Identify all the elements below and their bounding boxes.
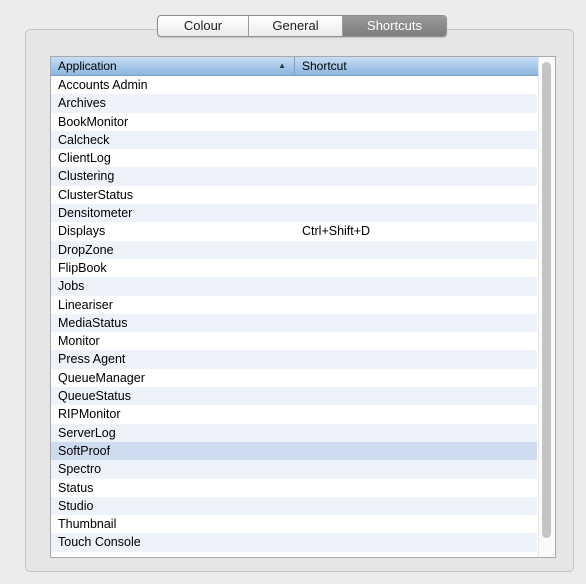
shortcuts-table: Application ▲ Shortcut Accounts Admin Arc… [50, 56, 556, 558]
cell-shortcut[interactable] [295, 387, 537, 405]
cell-application: QueueStatus [58, 389, 131, 404]
table-row[interactable]: Calcheck [51, 130, 537, 150]
cell-application: Monitor [58, 334, 100, 349]
table-row[interactable]: Monitor [51, 332, 537, 350]
table-row[interactable]: Jobs [51, 277, 537, 296]
table-row[interactable]: Studio [51, 496, 537, 516]
table-row[interactable]: RIPMonitor [51, 405, 537, 423]
cell-application: Spectro [58, 462, 102, 477]
cell-application: Lineariser [58, 297, 113, 312]
cell-shortcut[interactable] [295, 314, 537, 332]
table-row[interactable]: QueueManager [51, 369, 537, 387]
table-header: Application ▲ Shortcut [51, 57, 555, 76]
cell-application: RIPMonitor [58, 407, 121, 422]
cell-application: BookMonitor [58, 114, 129, 129]
table-row[interactable]: Press Agent [51, 350, 537, 369]
table-row[interactable]: ServerLog [51, 423, 537, 442]
cell-shortcut[interactable] [295, 479, 537, 497]
cell-shortcut[interactable] [295, 442, 537, 460]
cell-shortcut[interactable] [295, 259, 537, 277]
tab-bar: Colour General Shortcuts [157, 15, 447, 37]
cell-shortcut[interactable] [295, 186, 537, 204]
cell-application: Jobs [58, 279, 85, 294]
cell-shortcut[interactable] [295, 350, 537, 368]
cell-shortcut[interactable] [295, 369, 537, 387]
cell-shortcut[interactable] [295, 515, 537, 533]
cell-application: Clustering [58, 169, 115, 184]
cell-application: QueueManager [58, 370, 145, 385]
cell-application: ClusterStatus [58, 187, 134, 202]
column-header-shortcut-label: Shortcut [302, 59, 347, 73]
table-row[interactable]: QueueStatus [51, 387, 537, 406]
table-row[interactable]: Status [51, 479, 537, 497]
table-row[interactable]: Thumbnail [51, 515, 537, 533]
table-row[interactable]: SoftProof [51, 441, 537, 461]
cell-application: Archives [58, 96, 106, 111]
table-row[interactable]: Densitometer [51, 204, 537, 223]
table-row[interactable]: Spectro [51, 460, 537, 479]
cell-shortcut[interactable] [295, 241, 537, 259]
table-row[interactable]: Archives [51, 94, 537, 113]
cell-application: ClientLog [58, 151, 111, 166]
cell-shortcut[interactable] [295, 497, 537, 515]
cell-shortcut[interactable] [295, 460, 537, 478]
table-row[interactable]: DropZone [51, 240, 537, 259]
table-row[interactable]: Clustering [51, 167, 537, 186]
cell-application: Studio [58, 498, 94, 513]
cell-application: Densitometer [58, 206, 133, 221]
cell-shortcut[interactable] [295, 94, 537, 112]
table-row[interactable]: BookMonitor [51, 113, 537, 131]
cell-shortcut[interactable] [295, 424, 537, 442]
cell-application: SoftProof [58, 443, 111, 458]
cell-shortcut[interactable] [295, 167, 537, 185]
table-row[interactable]: Lineariser [51, 296, 537, 314]
cell-shortcut[interactable] [295, 296, 537, 314]
cell-application: Press Agent [58, 352, 126, 367]
table-body: Accounts Admin Archives BookMonitor Calchec… [51, 76, 537, 552]
cell-application: Displays [58, 224, 106, 239]
table-row[interactable]: FlipBook [51, 259, 537, 277]
table-row[interactable]: Displays Ctrl+Shift+D [51, 222, 537, 240]
table-row[interactable]: Accounts Admin [51, 76, 537, 94]
tab-colour[interactable]: Colour [158, 16, 248, 36]
cell-shortcut[interactable] [295, 76, 537, 94]
vertical-scrollbar[interactable] [538, 57, 555, 557]
table-row[interactable]: Touch Console [51, 533, 537, 552]
column-header-application[interactable]: Application ▲ [51, 57, 295, 75]
scrollbar-thumb[interactable] [542, 62, 551, 538]
table-row[interactable]: ClusterStatus [51, 186, 537, 204]
column-header-shortcut[interactable]: Shortcut [295, 57, 555, 75]
cell-shortcut[interactable] [295, 332, 537, 350]
cell-shortcut[interactable] [295, 533, 537, 551]
cell-application: ServerLog [58, 425, 116, 440]
table-row[interactable]: ClientLog [51, 149, 537, 167]
tab-shortcuts[interactable]: Shortcuts [342, 16, 446, 36]
cell-application: DropZone [58, 242, 114, 257]
cell-application: FlipBook [58, 260, 107, 275]
cell-shortcut[interactable] [295, 149, 537, 167]
cell-shortcut[interactable] [295, 204, 537, 222]
cell-shortcut[interactable] [295, 277, 537, 295]
cell-application: Accounts Admin [58, 78, 148, 92]
cell-application: Calcheck [58, 132, 110, 147]
column-header-application-label: Application [58, 59, 117, 73]
cell-application: Status [58, 480, 94, 495]
sort-ascending-icon: ▲ [278, 61, 286, 70]
tab-general[interactable]: General [248, 16, 342, 36]
cell-shortcut[interactable] [295, 113, 537, 131]
cell-application: Touch Console [58, 535, 141, 550]
cell-shortcut[interactable] [295, 131, 537, 149]
cell-application: Thumbnail [58, 517, 117, 532]
table-row[interactable]: MediaStatus [51, 313, 537, 333]
cell-shortcut[interactable]: Ctrl+Shift+D [295, 222, 537, 240]
cell-shortcut[interactable] [295, 405, 537, 423]
cell-application: MediaStatus [58, 315, 128, 330]
